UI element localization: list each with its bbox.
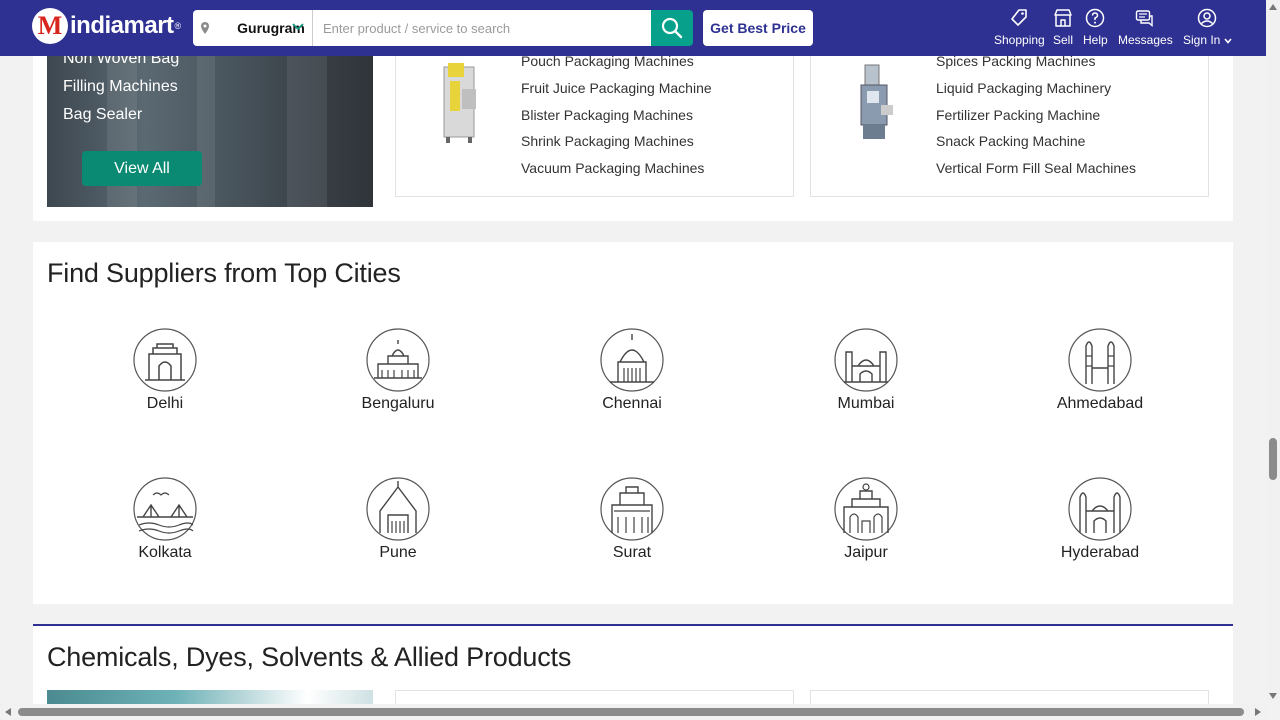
nav-help[interactable]: Help — [1083, 8, 1108, 48]
product-link[interactable]: Fruit Juice Packaging Machine — [521, 75, 712, 102]
horizontal-scrollbar[interactable] — [0, 704, 1266, 720]
product-card: Spices Packing Machines Liquid Packaging… — [810, 40, 1209, 197]
chevron-down-icon — [1224, 38, 1232, 44]
city-pune[interactable]: Pune — [328, 477, 468, 562]
product-link[interactable]: Vertical Form Fill Seal Machines — [936, 155, 1136, 182]
logo-registered: ® — [174, 21, 182, 31]
nav-label: Messages — [1118, 33, 1173, 47]
nav-messages[interactable]: Messages — [1118, 8, 1173, 48]
shopping-tag-icon — [1011, 9, 1028, 26]
city-kolkata[interactable]: Kolkata — [95, 477, 235, 562]
pouch-packaging-machine-image — [443, 63, 476, 143]
product-link[interactable]: Shrink Packaging Machines — [521, 128, 712, 155]
product-link[interactable]: Blister Packaging Machines — [521, 102, 712, 129]
city-name: Chennai — [602, 395, 662, 412]
city-chennai[interactable]: Chennai — [562, 328, 702, 413]
city-name: Kolkata — [138, 544, 192, 561]
top-header: M indiamart ® Gurugram Get Best Price Sh… — [0, 0, 1266, 56]
kolkata-icon — [133, 477, 197, 541]
pune-icon — [366, 477, 430, 541]
search-button[interactable] — [651, 10, 693, 46]
product-link[interactable]: Liquid Packaging Machinery — [936, 75, 1136, 102]
city-name: Hyderabad — [1060, 544, 1140, 561]
user-icon — [1198, 8, 1217, 28]
spices-packing-machine-image — [860, 64, 893, 139]
search-input[interactable] — [313, 10, 651, 46]
top-cities-title: Find Suppliers from Top Cities — [47, 258, 401, 288]
city-name: Surat — [612, 544, 652, 561]
city-name: Bengaluru — [361, 395, 435, 412]
city-hyderabad[interactable]: Hyderabad — [1030, 477, 1170, 562]
city-name: Pune — [379, 544, 417, 561]
jaipur-icon — [834, 477, 898, 541]
nav-label: Shopping — [994, 33, 1045, 47]
city-delhi[interactable]: Delhi — [95, 328, 235, 413]
messages-icon — [1136, 10, 1154, 27]
city-ahmedabad[interactable]: Ahmedabad — [1030, 328, 1170, 413]
city-name: Delhi — [146, 395, 184, 412]
chennai-icon — [600, 328, 664, 392]
page-viewport: Non Woven Bag Filling Machines Bag Seale… — [0, 0, 1266, 704]
city-jaipur[interactable]: Jaipur — [796, 477, 936, 562]
logo-text: indiamart — [70, 12, 174, 39]
mumbai-icon — [834, 328, 898, 392]
horizontal-scroll-thumb[interactable] — [18, 708, 1244, 716]
product-card — [810, 690, 1209, 704]
scroll-up-arrow[interactable] — [1269, 4, 1277, 10]
city-bengaluru[interactable]: Bengaluru — [328, 328, 468, 413]
nav-label: Sign In — [1183, 33, 1232, 47]
logo-badge-icon: M — [32, 8, 68, 44]
scroll-left-arrow[interactable] — [5, 708, 11, 716]
indiamart-logo[interactable]: M indiamart ® — [32, 6, 181, 46]
hero-category-link[interactable]: Bag Sealer — [63, 106, 142, 124]
store-icon — [1054, 9, 1072, 27]
nav-shopping[interactable]: Shopping — [994, 8, 1045, 48]
ahmedabad-icon — [1068, 328, 1132, 392]
delhi-icon — [133, 328, 197, 392]
city-name: Jaipur — [844, 544, 888, 561]
scroll-down-arrow[interactable] — [1269, 693, 1277, 699]
product-link[interactable]: Vacuum Packaging Machines — [521, 155, 712, 182]
city-mumbai[interactable]: Mumbai — [796, 328, 936, 413]
product-link[interactable]: Snack Packing Machine — [936, 128, 1136, 155]
chemicals-title: Chemicals, Dyes, Solvents & Allied Produ… — [47, 642, 572, 672]
chemicals-hero-image — [47, 690, 373, 704]
scroll-right-arrow[interactable] — [1255, 708, 1261, 716]
vertical-scrollbar[interactable] — [1266, 0, 1280, 704]
nav-label: Help — [1083, 33, 1108, 47]
hero-category-link[interactable]: Filling Machines — [63, 78, 178, 96]
product-link[interactable]: Fertilizer Packing Machine — [936, 102, 1136, 129]
city-name: Ahmedabad — [1056, 395, 1144, 412]
nav-label: Sell — [1053, 33, 1074, 47]
search-icon — [661, 17, 683, 39]
vertical-scroll-thumb[interactable] — [1269, 438, 1277, 480]
product-card: Pouch Packaging Machines Fruit Juice Pac… — [395, 40, 794, 197]
city-surat[interactable]: Surat — [562, 477, 702, 562]
get-best-price-button[interactable]: Get Best Price — [703, 10, 813, 46]
bengaluru-icon — [366, 328, 430, 392]
nav-sign-in[interactable]: Sign In — [1183, 8, 1232, 48]
view-all-button[interactable]: View All — [82, 151, 202, 186]
hyderabad-icon — [1068, 477, 1132, 541]
chevron-down-icon — [292, 23, 304, 31]
nav-sell[interactable]: Sell — [1053, 8, 1073, 48]
help-icon — [1086, 8, 1105, 28]
product-card — [395, 690, 794, 704]
packaging-hero-image: Non Woven Bag Filling Machines Bag Seale… — [47, 40, 373, 207]
city-name: Mumbai — [837, 395, 895, 412]
city-dropdown[interactable]: Gurugram — [193, 10, 313, 46]
surat-icon — [600, 477, 664, 541]
